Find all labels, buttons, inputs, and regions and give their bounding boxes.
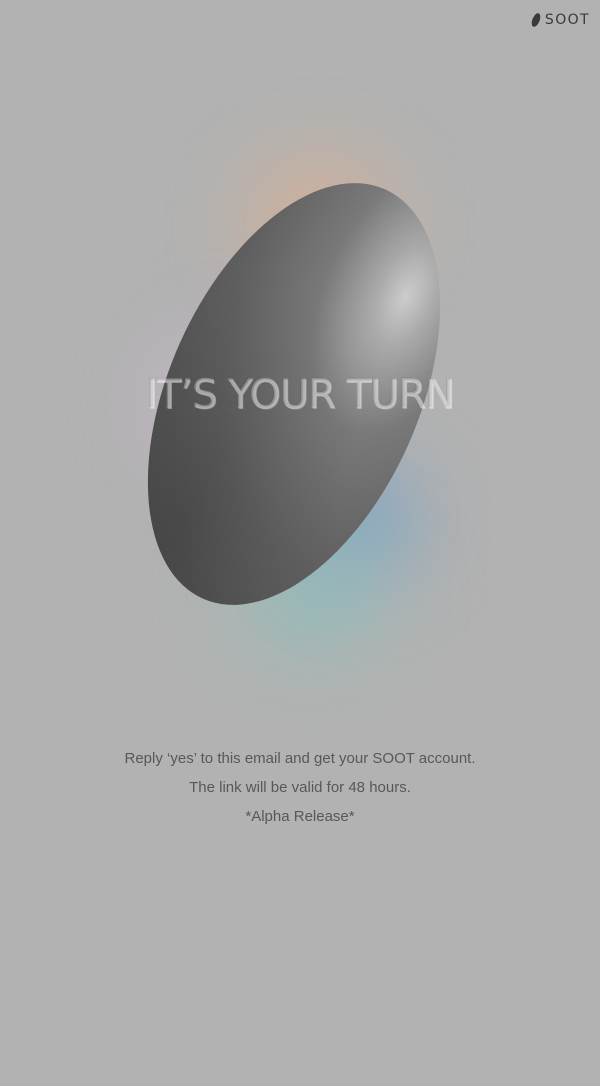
blob-container <box>0 0 600 720</box>
grey-bean-shape <box>147 183 441 605</box>
hero-section: IT’S YOUR TURN <box>0 0 600 720</box>
message-line-3: *Alpha Release* <box>245 808 355 825</box>
message-block: Reply ‘yes’ to this email and get your S… <box>0 744 600 831</box>
message-line-1: Reply ‘yes’ to this email and get your S… <box>124 750 476 767</box>
message-line-2: The link will be valid for 48 hours. <box>189 779 411 796</box>
hero-headline: IT’S YOUR TURN <box>146 372 456 418</box>
